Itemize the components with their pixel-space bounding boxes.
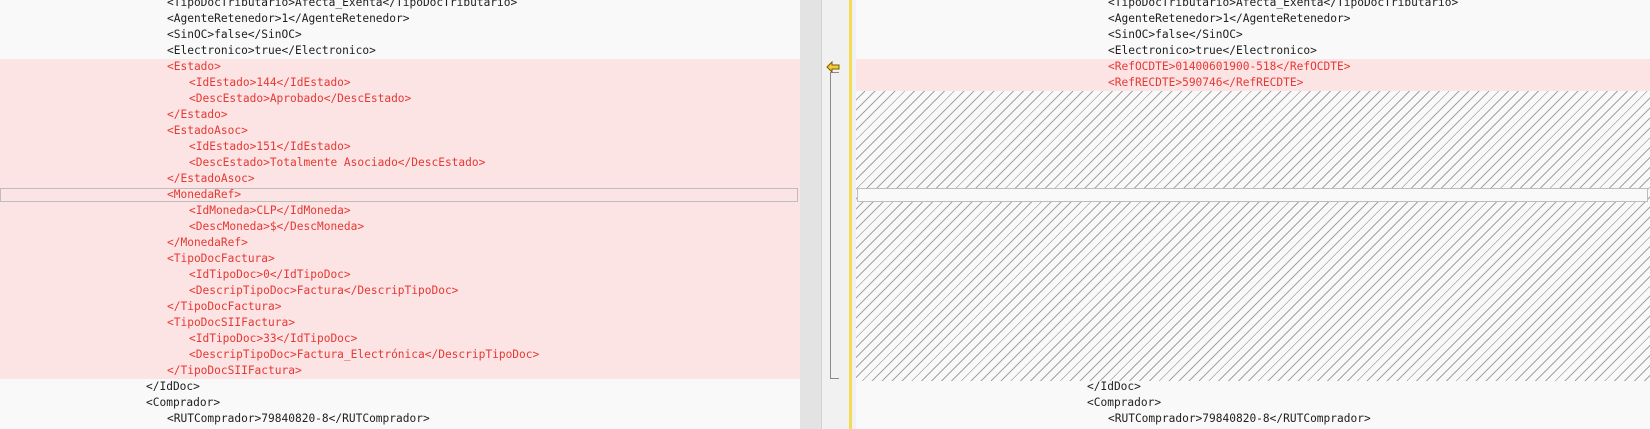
- removed-line: <IdEstado>151</IdEstado>: [0, 139, 800, 155]
- removed-line: <DescEstado>Totalmente Asociado</DescEst…: [0, 155, 800, 171]
- removed-line: <DescripTipoDoc>Factura</DescripTipoDoc>: [0, 283, 800, 299]
- code-line: <TipoDocTributario>Afecta_Exenta</TipoDo…: [1108, 0, 1459, 9]
- code-line: </IdDoc>: [1087, 380, 1141, 393]
- removed-line: <IdEstado>144</IdEstado>: [0, 75, 800, 91]
- code-line: <SinOC>false</SinOC>: [167, 28, 302, 41]
- removed-line: <DescripTipoDoc>Factura_Electrónica</Des…: [0, 347, 800, 363]
- code-line: <AgenteRetenedor>1</AgenteRetenedor>: [1108, 12, 1351, 25]
- removed-line: <Estado>: [0, 59, 800, 75]
- code-line: <SinOC>false</SinOC>: [1108, 28, 1243, 41]
- removed-line: <EstadoAsoc>: [0, 123, 800, 139]
- diff-gutter: [800, 0, 856, 429]
- removed-line: </MonedaRef>: [0, 235, 800, 251]
- added-line: <RefOCDTE>01400601900-518</RefOCDTE>: [856, 59, 1650, 75]
- removed-line: <TipoDocSIIFactura>: [0, 315, 800, 331]
- code-line: <RUTComprador>79840820-8</RUTComprador>: [167, 412, 430, 425]
- change-bracket: [830, 72, 839, 379]
- removed-line: <IdTipoDoc>33</IdTipoDoc>: [0, 331, 800, 347]
- left-diff-pane[interactable]: <TipoDocTributario>Afecta_Exenta</TipoDo…: [0, 0, 800, 429]
- removed-line: <IdMoneda>CLP</IdMoneda>: [0, 203, 800, 219]
- code-line: <Electronico>true</Electronico>: [167, 44, 376, 57]
- removed-line: <DescMoneda>$</DescMoneda>: [0, 219, 800, 235]
- added-line: <RefRECDTE>590746</RefRECDTE>: [856, 75, 1650, 91]
- change-marker-bar: [849, 0, 852, 429]
- code-line: <Comprador>: [146, 396, 221, 409]
- code-line: <Comprador>: [1087, 396, 1162, 409]
- code-line: <AgenteRetenedor>1</AgenteRetenedor>: [167, 12, 410, 25]
- code-line: <Electronico>true</Electronico>: [1108, 44, 1317, 57]
- missing-lines-placeholder: [856, 91, 1650, 381]
- current-line-highlight: [0, 188, 798, 202]
- code-line: </IdDoc>: [146, 380, 200, 393]
- removed-line: </Estado>: [0, 107, 800, 123]
- right-diff-pane[interactable]: <TipoDocTributario>Afecta_Exenta</TipoDo…: [856, 0, 1650, 429]
- removed-line: <IdTipoDoc>0</IdTipoDoc>: [0, 267, 800, 283]
- removed-line: </TipoDocSIIFactura>: [0, 363, 800, 379]
- removed-line: <TipoDocFactura>: [0, 251, 800, 267]
- copy-left-arrow-icon[interactable]: [826, 61, 840, 73]
- code-line: <TipoDocTributario>Afecta_Exenta</TipoDo…: [167, 0, 518, 9]
- current-line-highlight: [857, 188, 1648, 202]
- code-line: <RUTComprador>79840820-8</RUTComprador>: [1108, 412, 1371, 425]
- removed-line: </TipoDocFactura>: [0, 299, 800, 315]
- removed-line: </EstadoAsoc>: [0, 171, 800, 187]
- gutter-strip: [800, 0, 822, 429]
- removed-line: <DescEstado>Aprobado</DescEstado>: [0, 91, 800, 107]
